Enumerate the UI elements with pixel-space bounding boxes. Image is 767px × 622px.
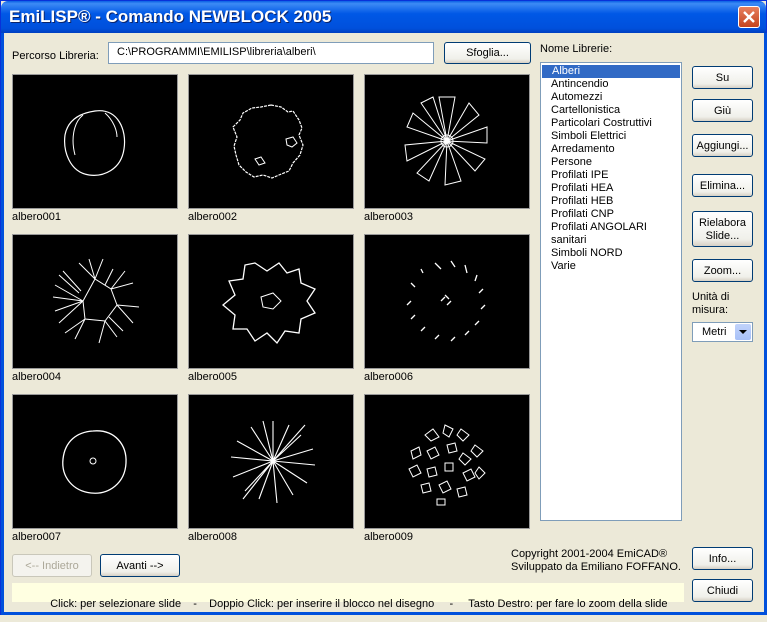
previous-page-button[interactable]: <-- Indietro (12, 554, 92, 577)
rework-slide-label-line2: Slide... (705, 230, 740, 242)
next-page-button[interactable]: Avanti --> (100, 554, 180, 577)
info-button[interactable]: Info... (692, 547, 753, 570)
library-list-item[interactable]: Profilati HEA (541, 182, 681, 195)
slide-thumbnail[interactable] (188, 234, 354, 369)
library-list-item[interactable]: Simboli Elettrici (541, 130, 681, 143)
library-list-item[interactable]: Simboli NORD (541, 247, 681, 260)
slide-label: albero004 (12, 371, 61, 383)
copyright-text: Copyright 2001-2004 EmiCAD® (511, 548, 668, 560)
title-bar[interactable]: EmiLISP® - Comando NEWBLOCK 2005 (1, 1, 766, 33)
library-list-item[interactable]: Profilati IPE (541, 169, 681, 182)
library-list-item[interactable]: Antincendio (541, 78, 681, 91)
slide-thumbnail[interactable] (188, 394, 354, 529)
library-list-item[interactable]: Varie (541, 260, 681, 273)
dialog-window: EmiLISP® - Comando NEWBLOCK 2005 Percors… (0, 0, 767, 615)
slide-thumbnail[interactable] (364, 394, 530, 529)
tree-slide-graphic (408, 424, 486, 506)
slide-label: albero009 (364, 531, 413, 543)
slide-label: albero007 (12, 531, 61, 543)
developer-credit-text: Sviluppato da Emiliano FOFFANO. (511, 561, 681, 573)
close-window-button[interactable] (738, 6, 760, 28)
slide-thumbnail[interactable] (364, 234, 530, 369)
slide-thumbnail[interactable] (188, 74, 354, 209)
slide-thumbnail[interactable] (12, 74, 178, 209)
library-list-item[interactable]: Cartellonistica (541, 104, 681, 117)
delete-button[interactable]: Elimina... (692, 174, 753, 197)
library-path-label: Percorso Libreria: (12, 50, 99, 62)
browse-button[interactable]: Sfoglia... (444, 42, 531, 64)
slide-thumbnail[interactable] (12, 394, 178, 529)
tree-slide-graphic (221, 262, 316, 345)
slide-thumbnail[interactable] (12, 234, 178, 369)
slide-label: albero002 (188, 211, 237, 223)
slide-label: albero003 (364, 211, 413, 223)
library-path-field[interactable]: C:\PROGRAMMI\EMILISP\libreria\alberi\ (108, 42, 434, 64)
tree-slide-graphic (230, 420, 316, 504)
add-button[interactable]: Aggiungi... (692, 134, 753, 157)
move-down-button[interactable]: Giù (692, 99, 753, 122)
tree-slide-graphic (62, 430, 127, 494)
rework-slide-label-line1: Rielabora (698, 217, 747, 229)
window-frame-left (1, 33, 4, 615)
slide-label: albero005 (188, 371, 237, 383)
slide-label: albero006 (364, 371, 413, 383)
library-list-item[interactable]: Profilati ANGOLARI (541, 221, 681, 234)
status-hint-bar: Click: per selezionare slide - Doppio Cl… (12, 583, 684, 610)
move-up-button[interactable]: Su (692, 66, 753, 89)
units-select-value: Metri (702, 326, 727, 338)
library-list-item[interactable]: Persone (541, 156, 681, 169)
slide-label: albero001 (12, 211, 61, 223)
units-label-line2: misura: (692, 304, 729, 316)
library-list[interactable]: Alberi Antincendio Automezzi Cartellonistic… (540, 62, 682, 521)
tree-slide-graphic (52, 258, 140, 344)
tree-slide-graphic (406, 260, 486, 342)
chevron-down-icon[interactable] (735, 324, 751, 340)
zoom-button[interactable]: Zoom... (692, 259, 753, 282)
library-list-item[interactable]: Profilati CNP (541, 208, 681, 221)
slide-thumbnail[interactable] (364, 74, 530, 209)
library-list-item[interactable]: Profilati HEB (541, 195, 681, 208)
library-list-item[interactable]: Alberi (542, 65, 680, 78)
slide-label: albero008 (188, 531, 237, 543)
units-select[interactable]: Metri (692, 322, 753, 342)
library-list-item[interactable]: Automezzi (541, 91, 681, 104)
close-button[interactable]: Chiudi (692, 579, 753, 602)
rework-slide-button[interactable]: Rielabora Slide... (692, 211, 753, 247)
status-hint-text: Click: per selezionare slide - Doppio Cl… (50, 598, 668, 610)
tree-slide-graphic (232, 104, 304, 179)
window-title: EmiLISP® - Comando NEWBLOCK 2005 (9, 7, 332, 26)
tree-slide-graphic (404, 96, 488, 186)
tree-slide-graphic (64, 110, 126, 176)
library-list-item[interactable]: Particolari Costruttivi (541, 117, 681, 130)
library-list-item[interactable]: Arredamento (541, 143, 681, 156)
units-label-line1: Unità di (692, 291, 730, 303)
library-names-header: Nome Librerie: (540, 43, 613, 55)
library-list-item[interactable]: sanitari (541, 234, 681, 247)
